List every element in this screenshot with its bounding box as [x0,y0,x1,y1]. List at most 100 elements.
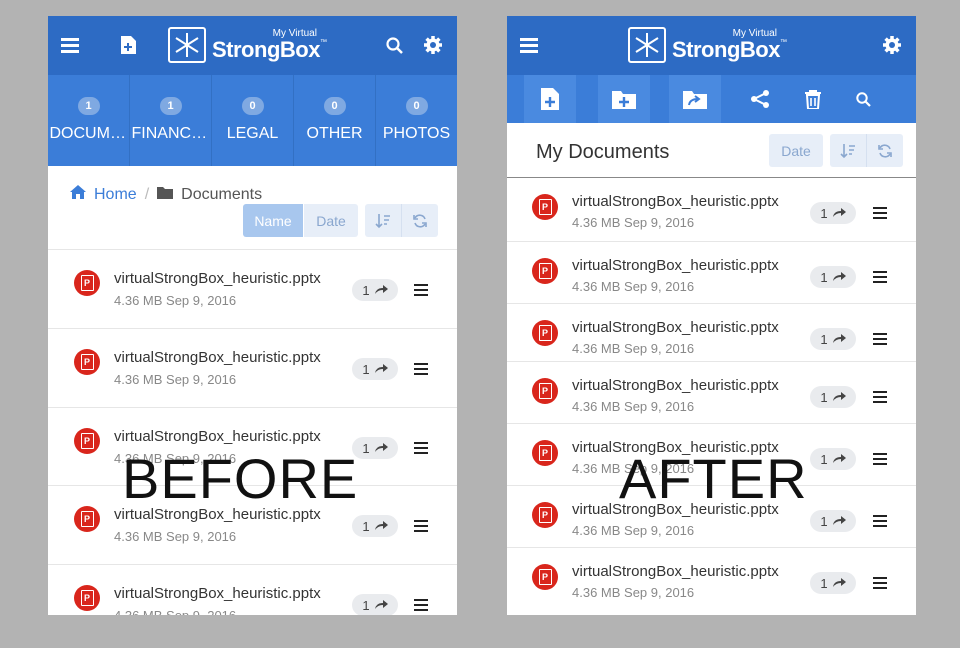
share-icon[interactable] [734,75,786,123]
home-icon[interactable] [70,185,86,204]
breadcrumb-home[interactable]: Home [94,186,137,204]
file-pptx-icon: P [532,320,558,346]
share-count-button[interactable]: 1 [810,266,856,288]
category-count: 1 [159,97,182,115]
file-name[interactable]: virtualStrongBox_heuristic.pptx [572,319,779,336]
menu-icon[interactable] [873,271,887,283]
forward-icon [832,576,846,591]
sort-name-button[interactable]: Name [243,204,304,237]
after-label: AFTER [619,447,808,510]
add-file-icon[interactable] [118,35,138,55]
file-row[interactable]: PvirtualStrongBox_heuristic.pptx 4.36 MB … [48,249,457,328]
forward-icon [374,441,388,456]
share-count-button[interactable]: 1 [810,448,856,470]
share-count-button[interactable]: 1 [810,510,856,532]
move-icon[interactable] [669,75,721,123]
file-row[interactable]: PvirtualStrongBox_heuristic.pptx 4.36 MB … [507,361,916,423]
menu-icon[interactable] [873,207,887,219]
sort-actions [830,134,903,167]
hamburger-icon[interactable] [60,35,80,55]
after-screen: My Virtual StrongBox™ My Documents Date [507,16,916,615]
sort-icon[interactable] [830,134,867,167]
forward-icon [832,390,846,405]
search-icon[interactable] [384,35,404,55]
file-row[interactable]: PvirtualStrongBox_heuristic.pptx 4.36 MB … [507,303,916,365]
file-pptx-icon: P [532,258,558,284]
forward-icon [374,598,388,613]
menu-icon[interactable] [414,599,428,611]
breadcrumb-separator: / [144,185,150,203]
menu-icon[interactable] [873,577,887,589]
share-count-button[interactable]: 1 [352,594,398,615]
file-name[interactable]: virtualStrongBox_heuristic.pptx [114,270,321,287]
refresh-icon[interactable] [402,204,438,237]
menu-icon[interactable] [873,333,887,345]
gear-icon[interactable] [881,34,903,56]
share-count-button[interactable]: 1 [352,437,398,459]
sort-toggle: Name Date [243,204,358,237]
menu-icon[interactable] [414,363,428,375]
menu-icon[interactable] [873,453,887,465]
file-name[interactable]: virtualStrongBox_heuristic.pptx [572,377,779,394]
share-count: 1 [820,513,828,529]
file-row[interactable]: PvirtualStrongBox_heuristic.pptx 4.36 MB … [507,547,916,609]
share-count-button[interactable]: 1 [352,279,398,301]
file-row[interactable]: PvirtualStrongBox_heuristic.pptx 4.36 MB … [48,328,457,407]
before-label: BEFORE [122,447,359,510]
trash-icon[interactable] [787,75,839,123]
sort-toggle: Date [769,134,823,167]
search-icon[interactable] [837,75,889,123]
add-file-icon[interactable] [524,75,576,123]
file-pptx-icon: P [74,428,100,454]
share-count-button[interactable]: 1 [810,572,856,594]
sort-date-button[interactable]: Date [769,134,823,167]
file-pptx-icon: P [532,502,558,528]
share-count: 1 [820,575,828,591]
menu-icon[interactable] [873,515,887,527]
share-count-button[interactable]: 1 [810,202,856,224]
logo-snowflake-icon [628,27,666,63]
file-name[interactable]: virtualStrongBox_heuristic.pptx [114,428,321,445]
category-photos[interactable]: 0 PHOTOS [376,75,457,166]
forward-icon [374,283,388,298]
share-count-button[interactable]: 1 [352,515,398,537]
gear-icon[interactable] [422,34,444,56]
file-row[interactable]: PvirtualStrongBox_heuristic.pptx 4.36 MB … [507,178,916,239]
menu-icon[interactable] [414,284,428,296]
category-tabs: 1 DOCUMENTS 1 FINANCIAL 0 LEGAL 0 OTHER 0 PHO… [48,75,457,166]
sort-icon[interactable] [365,204,402,237]
category-label: DOCUMENTS [49,125,128,142]
share-count: 1 [820,331,828,347]
share-count-button[interactable]: 1 [352,358,398,380]
category-legal[interactable]: 0 LEGAL [212,75,294,166]
share-count: 1 [362,361,370,377]
category-financial[interactable]: 1 FINANCIAL [130,75,212,166]
category-other[interactable]: 0 OTHER [294,75,376,166]
add-folder-icon[interactable] [598,75,650,123]
file-name[interactable]: virtualStrongBox_heuristic.pptx [572,193,779,210]
share-count-button[interactable]: 1 [810,386,856,408]
share-count-button[interactable]: 1 [810,328,856,350]
menu-icon[interactable] [414,520,428,532]
folder-icon [157,186,174,204]
hamburger-icon[interactable] [519,35,539,55]
category-label: OTHER [306,125,363,142]
file-name[interactable]: virtualStrongBox_heuristic.pptx [114,585,321,602]
category-documents[interactable]: 1 DOCUMENTS [48,75,130,166]
forward-icon [832,452,846,467]
app-header: My Virtual StrongBox™ [48,16,457,75]
menu-icon[interactable] [873,391,887,403]
sort-date-button[interactable]: Date [304,204,358,237]
file-name[interactable]: virtualStrongBox_heuristic.pptx [572,563,779,580]
category-label: LEGAL [226,125,279,142]
file-row[interactable]: PvirtualStrongBox_heuristic.pptx 4.36 MB … [48,564,457,615]
before-screen: My Virtual StrongBox™ 1 DOCUMENTS 1 FINANC… [48,16,457,615]
file-row[interactable]: PvirtualStrongBox_heuristic.pptx 4.36 MB … [507,241,916,303]
file-pptx-icon: P [74,349,100,375]
menu-icon[interactable] [414,442,428,454]
file-meta: 4.36 MB Sep 9, 2016 [572,523,695,538]
file-name[interactable]: virtualStrongBox_heuristic.pptx [114,349,321,366]
file-name[interactable]: virtualStrongBox_heuristic.pptx [572,257,779,274]
refresh-icon[interactable] [867,134,903,167]
logo-snowflake-icon [168,27,206,63]
